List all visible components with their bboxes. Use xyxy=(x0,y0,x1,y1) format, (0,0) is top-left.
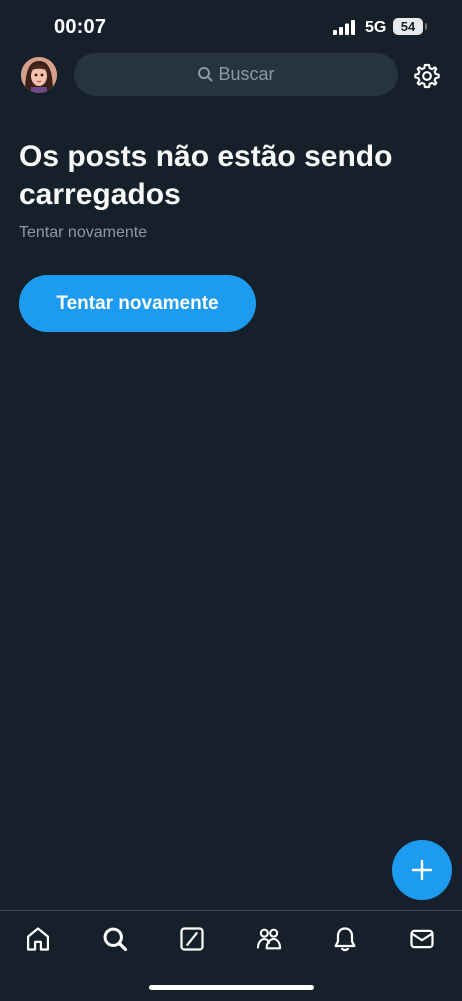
nav-grok[interactable] xyxy=(178,925,206,953)
settings-button[interactable] xyxy=(413,62,441,90)
search-icon xyxy=(103,927,128,952)
avatar-image xyxy=(21,57,57,93)
plus-icon xyxy=(411,859,433,881)
notifications-icon xyxy=(334,927,356,952)
search-bar[interactable]: Buscar xyxy=(74,53,398,96)
search-icon xyxy=(198,67,213,82)
nav-notifications[interactable] xyxy=(331,925,359,953)
battery-icon: 54 xyxy=(393,18,423,35)
battery-level: 54 xyxy=(400,19,416,34)
nav-search[interactable] xyxy=(101,925,129,953)
search-bar-content: Buscar xyxy=(74,53,398,96)
battery-tip xyxy=(425,23,427,30)
signal-icon xyxy=(333,20,355,35)
error-subtitle: Tentar novamente xyxy=(19,224,148,241)
network-type: 5G xyxy=(365,19,387,36)
top-header: Buscar xyxy=(0,52,462,98)
nav-messages[interactable] xyxy=(408,925,436,953)
status-bar: 00:07 5G 54 xyxy=(0,0,462,56)
retry-button[interactable]: Tentar novamente xyxy=(19,275,256,332)
communities-icon xyxy=(256,928,282,950)
profile-avatar[interactable] xyxy=(21,57,57,93)
search-placeholder: Buscar xyxy=(218,64,275,84)
status-time: 00:07 xyxy=(54,16,107,38)
page-title: Os posts não estão sendo carregados xyxy=(19,140,393,211)
messages-icon xyxy=(410,929,434,949)
home-indicator[interactable] xyxy=(149,985,314,990)
compose-post-button[interactable] xyxy=(392,840,452,900)
home-icon xyxy=(26,927,50,951)
gear-icon xyxy=(414,63,440,89)
nav-home[interactable] xyxy=(24,925,52,953)
nav-communities[interactable] xyxy=(255,925,283,953)
grok-icon xyxy=(180,927,204,951)
